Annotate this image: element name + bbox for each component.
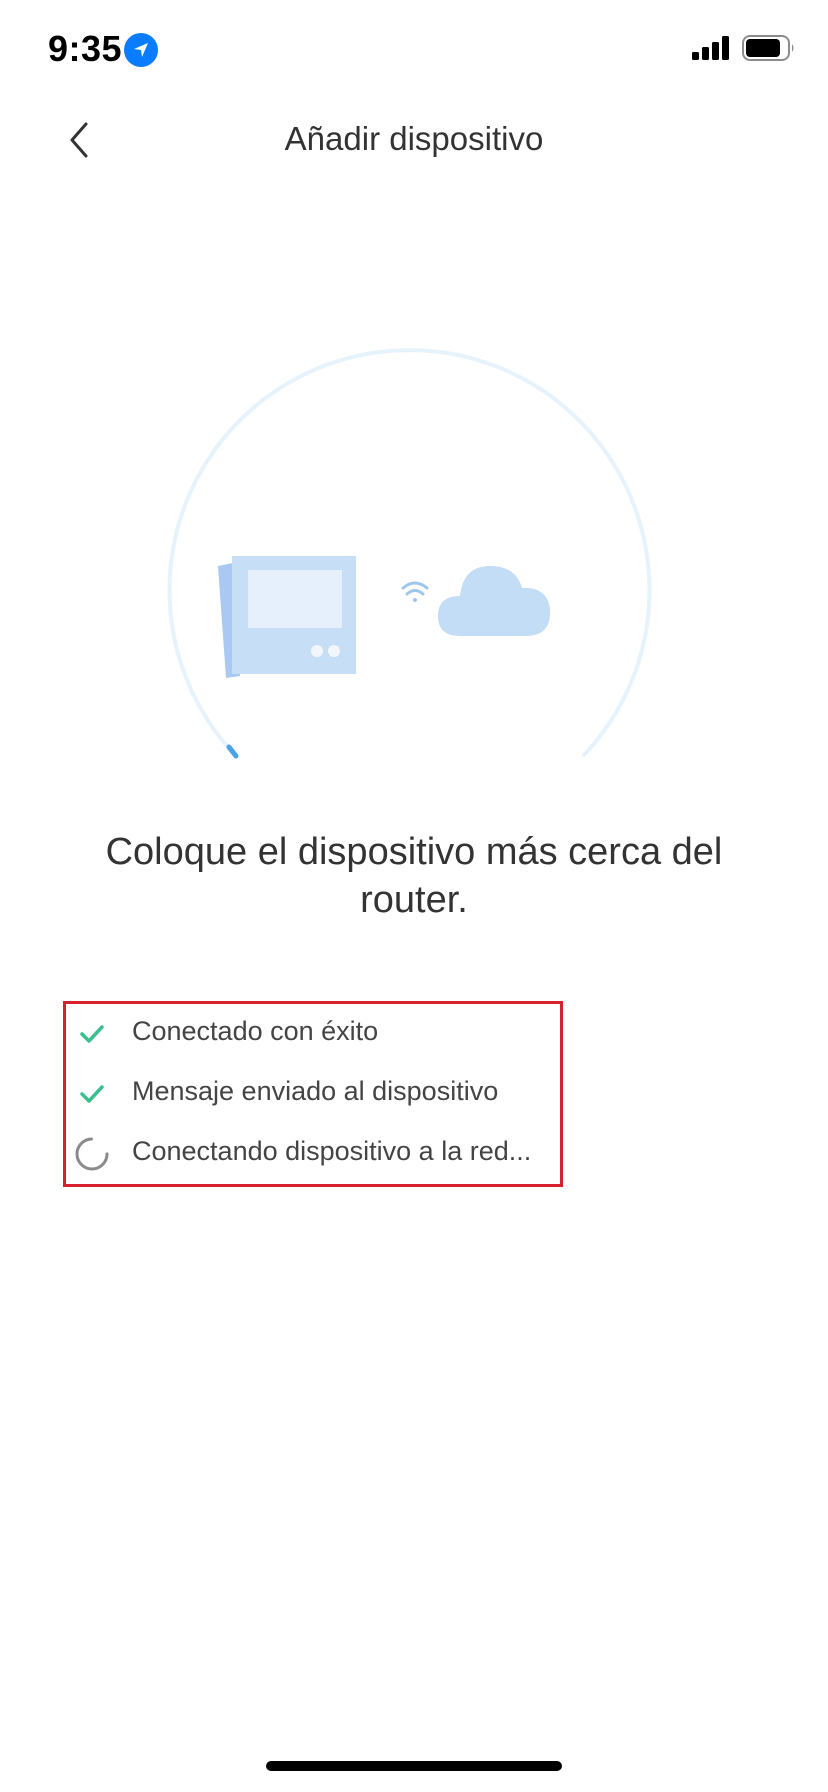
status-time: 9:35 xyxy=(48,28,123,69)
step-label: Conectando dispositivo a la red... xyxy=(132,1136,532,1166)
home-indicator xyxy=(266,1761,562,1771)
wifi-icon xyxy=(401,581,429,602)
check-icon xyxy=(80,1085,104,1103)
spinner-icon xyxy=(75,1137,109,1171)
cloud-icon xyxy=(438,566,551,636)
step-label: Mensaje enviado al dispositivo xyxy=(132,1076,499,1106)
battery-icon xyxy=(742,35,794,61)
page-title: Añadir dispositivo xyxy=(284,120,544,157)
instruction-message: Coloque el dispositivo más cerca del rou… xyxy=(105,831,723,921)
status-bar: 9:35 xyxy=(0,0,828,100)
check-icon xyxy=(80,1025,104,1043)
thermostat-device-icon xyxy=(218,556,356,678)
progress-ring xyxy=(167,348,652,758)
connection-steps: Conectado con éxito Mensaje enviado al d… xyxy=(63,1001,563,1187)
location-arrow-icon xyxy=(124,33,158,67)
step-label: Conectado con éxito xyxy=(132,1016,379,1046)
step-message-sent: Mensaje enviado al dispositivo xyxy=(66,1064,560,1120)
step-connected: Conectado con éxito xyxy=(66,1004,560,1060)
step-connecting-network: Conectando dispositivo a la red... xyxy=(66,1124,560,1180)
progress-indicator xyxy=(226,744,239,759)
connection-illustration xyxy=(167,348,652,759)
cellular-signal-icon xyxy=(692,36,729,60)
